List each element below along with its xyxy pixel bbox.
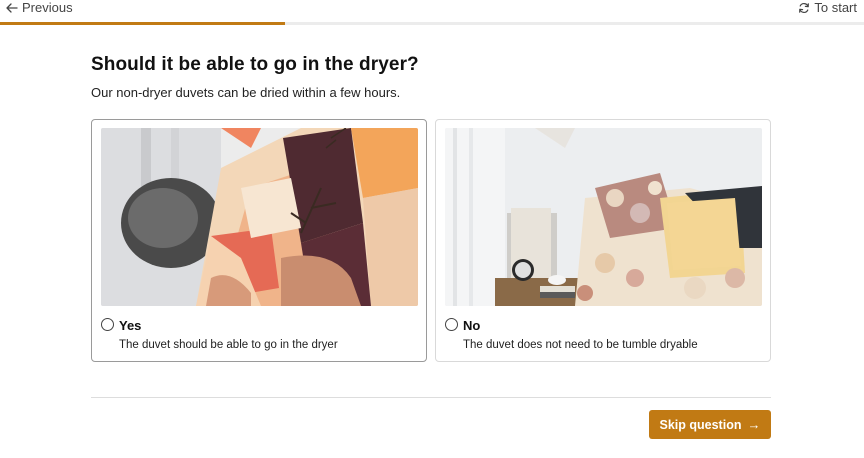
radio-no[interactable] (445, 318, 458, 331)
option-image-yes (101, 128, 418, 306)
arrow-right-icon: → (747, 417, 761, 432)
refresh-icon (798, 2, 810, 14)
to-start-label: To start (814, 0, 857, 15)
progress-bar (0, 22, 864, 25)
previous-link[interactable]: Previous (6, 0, 73, 16)
top-navigation: Previous To start (0, 0, 864, 22)
to-start-link[interactable]: To start (798, 0, 857, 16)
radio-yes[interactable] (101, 318, 114, 331)
skip-question-button[interactable]: Skip question → (649, 410, 771, 439)
skip-question-label: Skip question (659, 417, 742, 432)
option-image-no (445, 128, 762, 306)
option-card-no[interactable]: No The duvet does not need to be tumble … (435, 119, 771, 362)
question-subtitle: Our non-dryer duvets can be dried within… (91, 85, 401, 100)
option-label-yes: Yes (119, 318, 142, 333)
footer-divider (91, 397, 771, 398)
option-card-yes[interactable]: Yes The duvet should be able to go in th… (91, 119, 427, 362)
previous-label: Previous (22, 0, 73, 15)
option-description-no: The duvet does not need to be tumble dry… (463, 339, 698, 351)
option-label-no: No (463, 318, 481, 333)
arrow-left-icon (6, 3, 18, 13)
option-description-yes: The duvet should be able to go in the dr… (119, 339, 338, 351)
question-title: Should it be able to go in the dryer? (91, 54, 419, 75)
progress-fill (0, 22, 286, 25)
